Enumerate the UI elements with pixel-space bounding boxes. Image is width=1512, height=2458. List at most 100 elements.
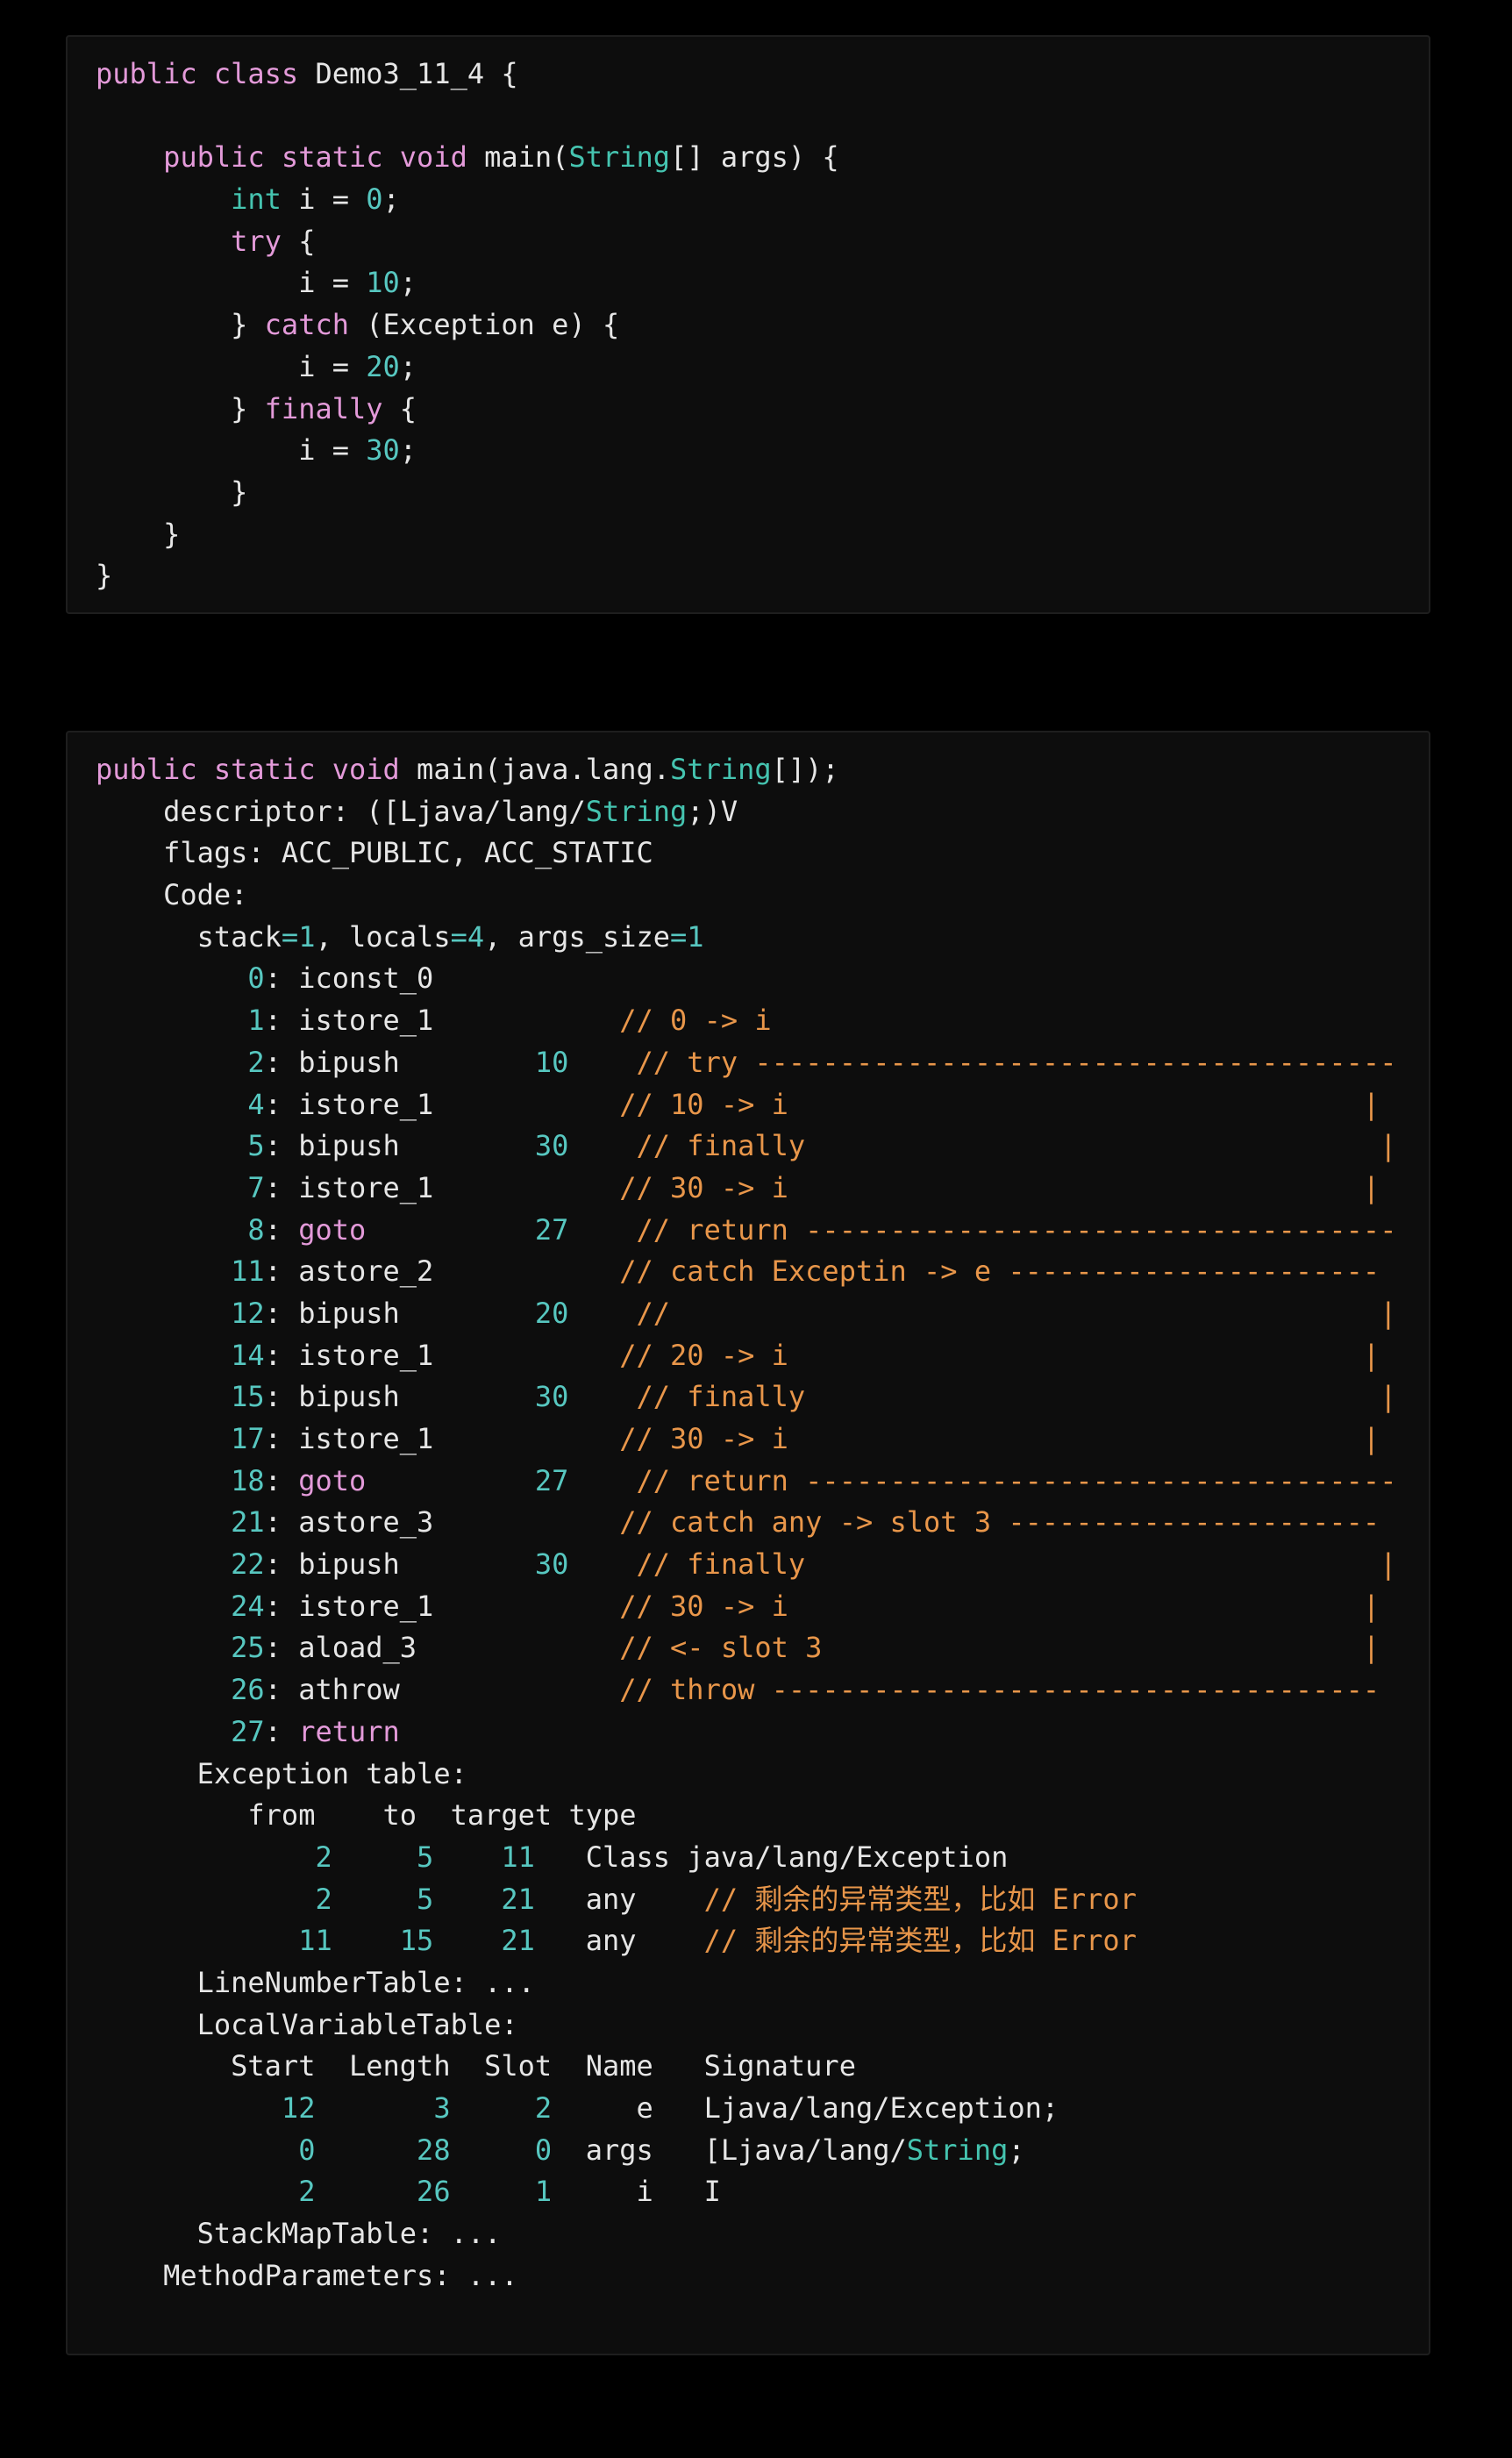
code-token: : iconst_0 — [264, 961, 434, 996]
code-token: // finally | — [636, 1129, 1397, 1163]
code-token: // finally | — [636, 1380, 1397, 1414]
code-token: StackMapTable: ... — [96, 2217, 502, 2251]
code-token: e Ljava/lang/Exception; — [552, 2091, 1059, 2125]
source-code-line: i = 20; — [96, 347, 839, 389]
bytecode-line: stack=1, locals=4, args_size=1 — [96, 917, 1396, 959]
code-token: ; — [1008, 2133, 1025, 2167]
bytecode-line: 17: istore_1 // 30 -> i | — [96, 1418, 1396, 1461]
code-token: // 10 -> i | — [619, 1087, 1380, 1121]
code-token: (Exception e) { — [348, 308, 620, 342]
code-token: } — [96, 308, 265, 342]
code-token: 7 — [96, 1170, 265, 1204]
code-token: 11 — [501, 1840, 535, 1874]
bytecode-line: 2 5 21 any // 剩余的异常类型，比如 Error — [96, 1879, 1396, 1921]
code-token: any — [534, 1924, 704, 1958]
code-token: : istore_1 — [264, 1087, 620, 1121]
code-token: } — [96, 559, 113, 593]
code-token: // 0 -> i — [619, 1004, 772, 1038]
code-token: // try ---------------------------------… — [636, 1045, 1397, 1079]
bytecode-line: 2: bipush 10 // try --------------------… — [96, 1042, 1396, 1084]
code-token: : astore_3 — [264, 1505, 620, 1540]
code-token: // finally | — [636, 1547, 1397, 1582]
code-token: MethodParameters: ... — [96, 2258, 518, 2292]
code-token: 2 — [96, 1045, 265, 1079]
code-token: ;)V — [687, 794, 738, 828]
code-token: // <- slot 3 | — [619, 1631, 1380, 1665]
code-token: Start Length Slot Name Signature — [96, 2049, 856, 2083]
code-token: i = — [96, 349, 367, 383]
bytecode-line: LocalVariableTable: — [96, 2004, 1396, 2047]
bytecode-line: 26: athrow // throw --------------------… — [96, 1669, 1396, 1711]
bytecode-line: 22: bipush 30 // finally | — [96, 1544, 1396, 1586]
code-token: { — [281, 224, 316, 258]
code-token: // 30 -> i | — [619, 1589, 1380, 1623]
code-token: 1 — [534, 2175, 553, 2209]
code-token: goto — [298, 1463, 367, 1497]
code-token: String — [568, 140, 671, 175]
code-token: : bipush — [264, 1129, 535, 1163]
code-token: 0 — [298, 2133, 316, 2167]
bytecode-line: public static void main(java.lang.String… — [96, 749, 1396, 791]
bytecode-line: 12 3 2 e Ljava/lang/Exception; — [96, 2088, 1396, 2130]
code-token: try — [231, 224, 282, 258]
source-code-line: public static void main(String[] args) { — [96, 137, 839, 179]
code-token: String — [585, 794, 688, 828]
bytecode-block: public static void main(java.lang.String… — [66, 731, 1430, 2355]
bytecode-line: 14: istore_1 // 20 -> i | — [96, 1335, 1396, 1377]
code-token: from to target type — [96, 1798, 637, 1833]
code-token: 12 — [96, 1296, 265, 1330]
code-token: 20 — [534, 1296, 569, 1330]
bytecode-line: 8: goto 27 // return -------------------… — [96, 1210, 1396, 1252]
bytecode-line: 11: astore_2 // catch Exceptin -> e ----… — [96, 1251, 1396, 1293]
code-token: LineNumberTable: ... — [96, 1965, 535, 1999]
code-token: 2 — [298, 2175, 316, 2209]
code-token: : bipush — [264, 1296, 535, 1330]
code-token: 27 — [96, 1714, 265, 1748]
code-token: ; — [399, 433, 417, 468]
code-token: // 30 -> i | — [619, 1170, 1380, 1204]
bytecode-line: Exception table: — [96, 1754, 1396, 1796]
code-token: 3 — [433, 2091, 451, 2125]
code-token: 25 — [96, 1631, 265, 1665]
code-token: ; — [382, 182, 400, 217]
code-token: 12 — [281, 2091, 316, 2125]
bytecode-line: 27: return — [96, 1711, 1396, 1754]
bytecode-line: 1: istore_1 // 0 -> i — [96, 1000, 1396, 1042]
source-code: public class Demo3_11_4 { public static … — [96, 54, 839, 597]
code-token: // return ------------------------------… — [636, 1463, 1397, 1497]
code-token: i = — [96, 433, 367, 468]
code-token: Class java/lang/Exception — [534, 1840, 1009, 1874]
code-token: []); — [771, 753, 839, 786]
code-token: 26 — [96, 1673, 265, 1707]
bytecode-line: 7: istore_1 // 30 -> i | — [96, 1168, 1396, 1210]
bytecode-line: 0: iconst_0 — [96, 958, 1396, 1000]
code-token: i I — [552, 2175, 721, 2209]
bytecode-line: descriptor: ([Ljava/lang/String;)V — [96, 791, 1396, 833]
code-token: main( — [467, 140, 569, 175]
code-token: 5 — [417, 1882, 434, 1916]
bytecode-line: Code: — [96, 875, 1396, 917]
code-token: 17 — [96, 1422, 265, 1455]
source-code-line: try { — [96, 221, 839, 263]
bytecode-line: 25: aload_3 // <- slot 3 | — [96, 1627, 1396, 1669]
code-token: 14 — [96, 1338, 265, 1372]
code-token: String — [670, 753, 772, 786]
code-token: 27 — [534, 1463, 569, 1497]
code-token: 2 — [534, 2091, 553, 2125]
code-token: 11 — [298, 1924, 332, 1958]
source-code-line: } catch (Exception e) { — [96, 304, 839, 347]
bytecode-line: LineNumberTable: ... — [96, 1962, 1396, 2004]
code-token: 24 — [96, 1589, 265, 1623]
bytecode-line: 0 28 0 args [Ljava/lang/String; — [96, 2130, 1396, 2172]
code-token: public static void — [163, 140, 467, 175]
